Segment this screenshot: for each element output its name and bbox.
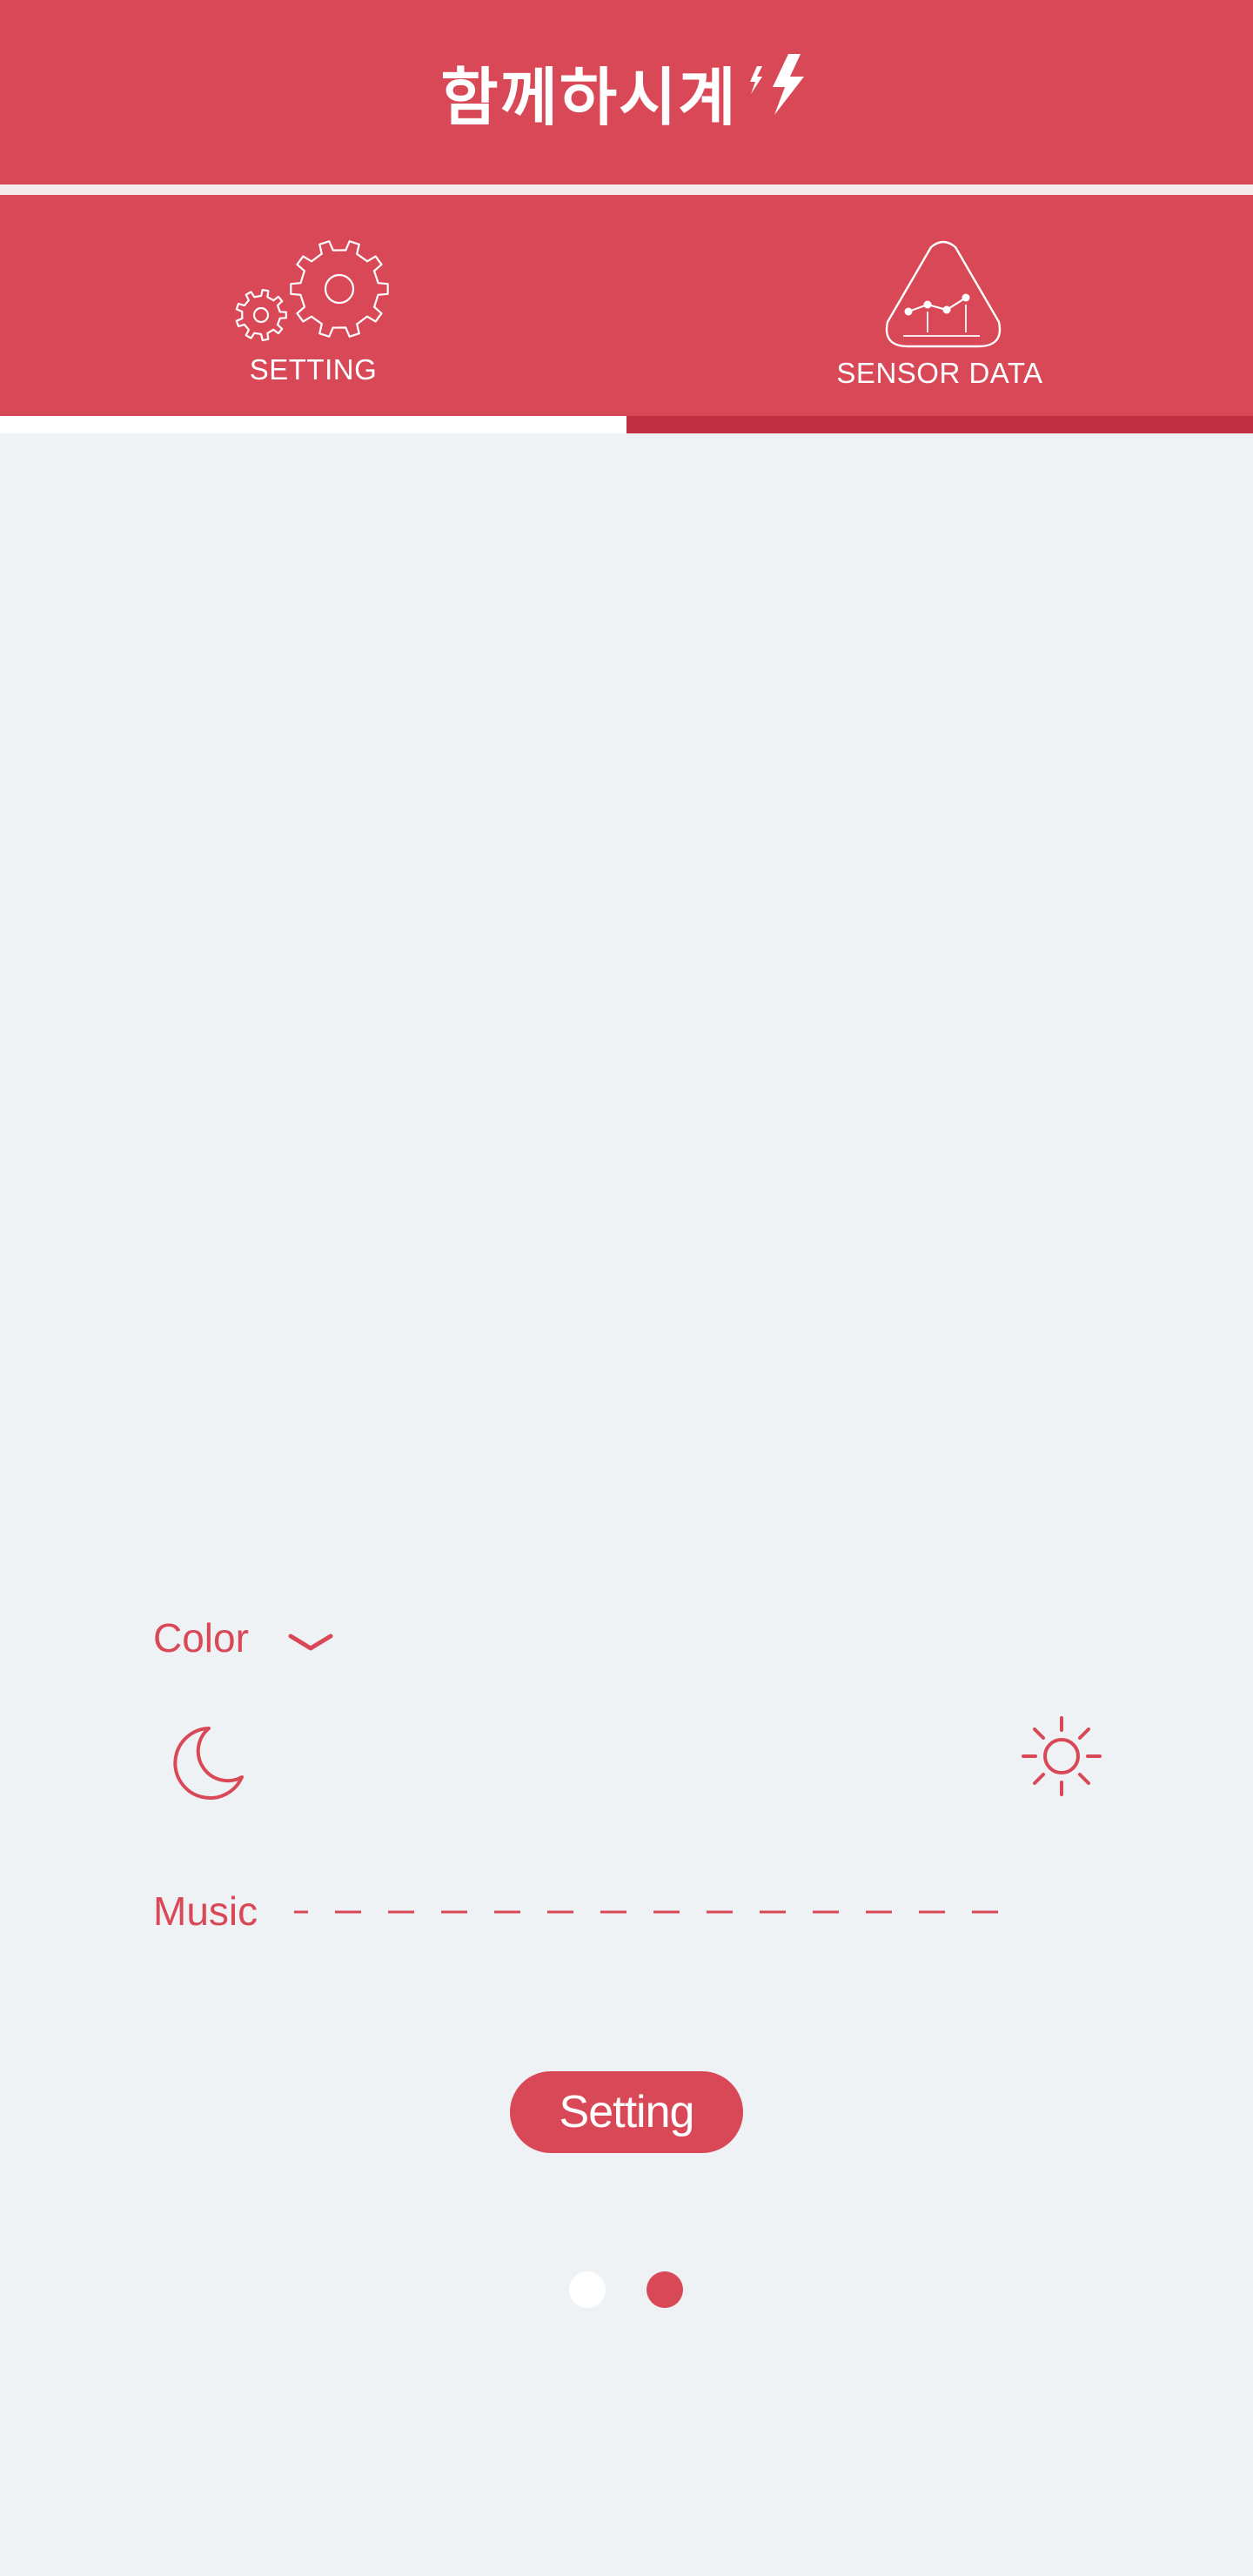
tab-bar: SETTING SENSOR DATA [0, 195, 1253, 416]
chevron-down-icon[interactable] [287, 1629, 334, 1655]
tab-indicator-inactive [626, 416, 1253, 433]
setting-button[interactable]: Setting [510, 2071, 743, 2153]
color-label: Color [153, 1615, 249, 1660]
page-dot-2[interactable] [647, 2271, 683, 2308]
app-title: 함께하시계 [0, 54, 1253, 141]
lightning-icon [749, 54, 804, 115]
sun-icon [1022, 1716, 1102, 1796]
tab-setting-label: SETTING [249, 353, 378, 386]
music-track[interactable] [292, 1906, 1006, 1918]
gears-icon [235, 240, 389, 342]
tab-sensor-data-label: SENSOR DATA [836, 357, 1043, 389]
tab-sensor-data[interactable]: SENSOR DATA [626, 195, 1253, 416]
music-label: Music [153, 1888, 258, 1934]
tab-indicator-active [0, 416, 626, 433]
app-header: 함께하시계 [0, 0, 1253, 184]
header-divider [0, 184, 1253, 195]
page-dot-1[interactable] [569, 2271, 606, 2308]
tab-setting[interactable]: SETTING [0, 195, 626, 416]
app-title-text: 함께하시계 [440, 61, 738, 134]
moon-icon [173, 1727, 244, 1800]
chart-triangle-icon [885, 240, 1002, 348]
